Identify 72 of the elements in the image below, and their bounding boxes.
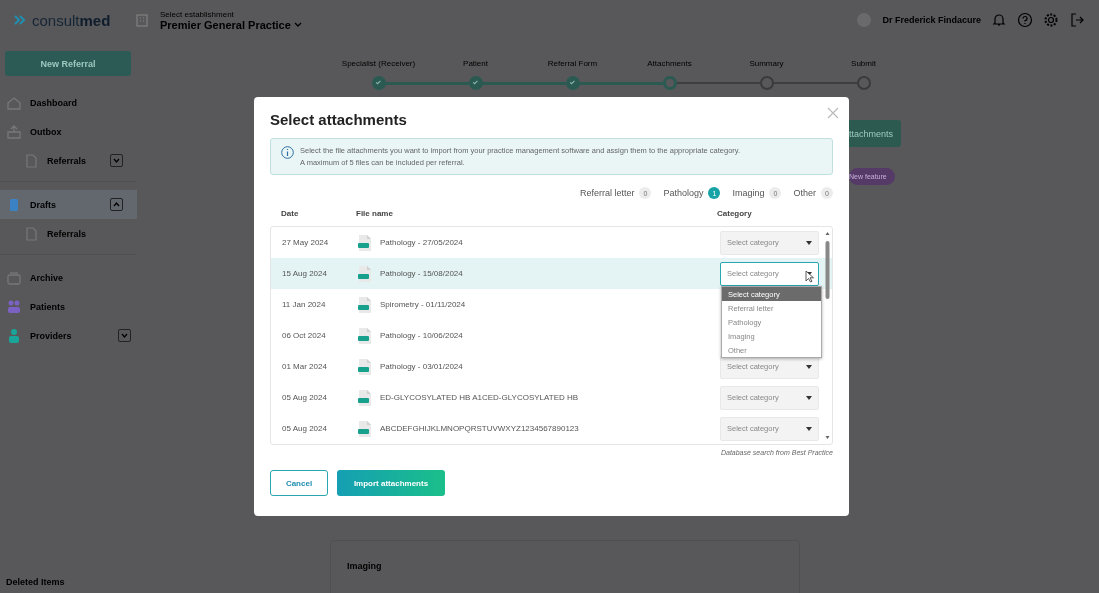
category-label: Referral letter — [579, 188, 635, 198]
sidebar-item[interactable]: Drafts — [0, 190, 137, 219]
sidebar-item[interactable]: Deleted Items — [0, 571, 145, 593]
sidebar-item[interactable]: Outbox — [0, 117, 137, 146]
step-label: Specialist (Receiver) — [341, 59, 416, 68]
close-icon[interactable] — [827, 107, 839, 119]
file-name: ABCDEFGHIJKLMNOPQRSTUVWXYZ1234567890123 — [380, 424, 579, 433]
date-cell-text: 11 Jan 2024 — [282, 300, 327, 309]
establishment-label: Select establishment — [160, 9, 235, 19]
help-icon[interactable] — [1017, 12, 1033, 28]
category-label: Other — [793, 188, 816, 198]
step-label: Referral Form — [547, 59, 598, 68]
file-icon — [357, 357, 373, 376]
providers-icon — [6, 327, 22, 344]
chevron-icon[interactable] — [110, 154, 123, 167]
document-icon — [23, 152, 39, 169]
date-cell-text: 05 Aug 2024 — [282, 424, 328, 433]
step-label: Submit — [851, 59, 876, 68]
chevron-icon[interactable] — [293, 22, 302, 27]
date-cell-text: 15 Aug 2024 — [282, 269, 328, 278]
file-icon — [357, 295, 373, 314]
file-name: Spirometry - 01/11/2024 — [380, 300, 466, 309]
date-cell-text: 27 May 2024 — [282, 238, 330, 247]
file-icon — [357, 326, 373, 345]
file-name: Pathology - 10/06/2024 — [380, 331, 463, 340]
column-header: Date — [281, 208, 300, 218]
column-header: File name — [356, 208, 394, 218]
file-name: ED-GLYCOSYLATED HB A1CED-GLYCOSYLATED HB — [380, 393, 579, 402]
sidebar-item[interactable]: Referrals — [0, 219, 137, 248]
file-name: Pathology - 03/01/2024 — [380, 362, 463, 371]
date-cell-text: 06 Oct 2024 — [282, 331, 327, 340]
logo: consultmed — [14, 11, 124, 29]
file-icon — [357, 233, 373, 252]
cursor-icon — [805, 269, 814, 283]
category-label: Imaging — [732, 188, 765, 198]
file-icon — [357, 388, 373, 407]
info-icon — [281, 146, 294, 159]
step-label: Patient — [463, 59, 488, 68]
logout-icon[interactable] — [1069, 12, 1085, 28]
dialog-title: Select attachments — [270, 111, 408, 128]
bell-icon[interactable] — [991, 12, 1007, 28]
file-icon — [357, 419, 373, 438]
date-cell-text: 01 Mar 2024 — [282, 362, 328, 371]
file-name: Pathology - 15/08/2024 — [380, 269, 463, 278]
step-label: Summary — [749, 59, 784, 68]
file-name: Pathology - 27/05/2024 — [380, 238, 463, 247]
attachments-button[interactable]: ttachments — [849, 120, 902, 147]
sidebar-item[interactable]: Referrals — [0, 146, 137, 175]
user-name: Dr Frederick Findacure — [882, 15, 981, 25]
file-icon — [357, 264, 373, 283]
scrollbar[interactable] — [825, 231, 830, 440]
sidebar-item[interactable]: Archive — [0, 263, 145, 292]
patients-icon — [6, 298, 22, 315]
sidebar-item[interactable]: Dashboard — [0, 88, 145, 117]
settings-icon[interactable] — [1043, 12, 1059, 28]
establishment-dropdown[interactable]: Premier General Practice — [160, 18, 302, 31]
category-label: Pathology — [663, 188, 704, 198]
archive-icon — [6, 269, 22, 286]
section-heading: Imaging — [347, 561, 382, 571]
sidebar-item[interactable]: Providers — [0, 321, 145, 350]
new-referral-button[interactable]: New Referral — [5, 51, 131, 76]
sidebar-item[interactable]: Patients — [0, 292, 145, 321]
cancel-button[interactable]: Cancel — [270, 470, 328, 496]
document-icon — [23, 225, 39, 242]
chevron-icon[interactable] — [110, 198, 123, 211]
date-cell-text: 05 Aug 2024 — [282, 393, 328, 402]
column-header: Category — [717, 208, 753, 218]
outbox-icon — [6, 123, 22, 140]
chevron-icon[interactable] — [118, 329, 131, 342]
building-icon — [134, 12, 150, 28]
import-button[interactable]: Import attachments — [337, 470, 445, 496]
step-label: Attachments — [647, 59, 692, 68]
